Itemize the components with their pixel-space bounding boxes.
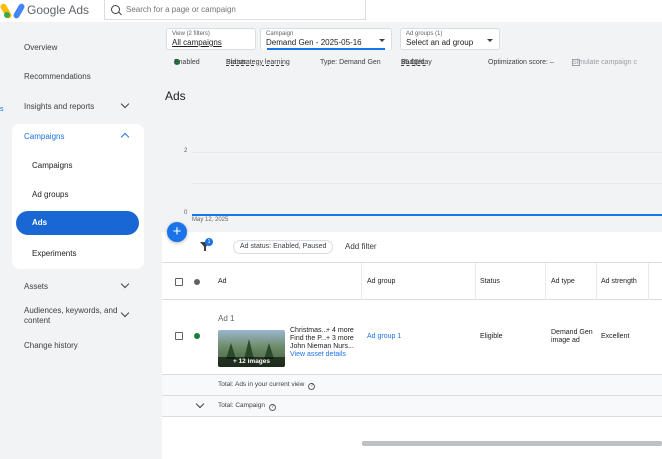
- enabled-label: Enabled: [174, 59, 200, 66]
- ad-group-filter-label: Ad groups (1): [406, 31, 443, 37]
- campaign-filter-active-indicator: [267, 48, 385, 50]
- ad-strength: Excellent: [601, 333, 630, 340]
- total-campaign-label: Total: Campaign?: [218, 402, 276, 411]
- main-content: View (2 filters) All campaigns Campaign …: [162, 22, 662, 459]
- campaign-type: Type: Demand Gen: [320, 59, 381, 66]
- status-column-icon: [194, 279, 200, 285]
- ad-group-filter-value: Select an ad group: [406, 38, 474, 47]
- ads-table: 1 Ad status: Enabled, Paused Add filter …: [162, 232, 662, 459]
- page-title: Ads: [165, 89, 186, 103]
- sidebar-item-recommendations[interactable]: Recommendations: [24, 72, 91, 81]
- top-bar: Google Ads: [0, 0, 662, 22]
- chevron-down-icon: [379, 39, 385, 42]
- filter-icon-stem: [204, 247, 206, 251]
- simulate-label: Simulate campaign c: [572, 59, 637, 66]
- image-count: + 12 images: [218, 357, 285, 367]
- table-row[interactable]: Ad 1 + 12 images Christmas... + 4 more F…: [162, 300, 662, 375]
- status-value: Bid strategy learning: [226, 59, 290, 66]
- optimization-score: Optimization score: –: [488, 59, 554, 66]
- help-icon[interactable]: ?: [268, 404, 276, 411]
- y-tick-label: 0: [184, 210, 188, 216]
- enabled-dot-icon: [194, 333, 200, 339]
- column-header-ad-type[interactable]: Ad type: [551, 278, 575, 285]
- ad-headline-more: + 4 more: [326, 327, 354, 334]
- ad-description: Find the P...: [290, 335, 327, 342]
- sidebar-sub-campaigns[interactable]: Campaigns: [32, 161, 72, 170]
- chevron-down-icon[interactable]: [120, 99, 130, 109]
- google-ads-logo-icon: [0, 2, 26, 20]
- campaign-filter-label: Campaign: [266, 31, 294, 37]
- campaigns-panel: Campaigns Campaigns Ad groups Ads Experi…: [12, 124, 144, 269]
- chevron-down-icon: [487, 39, 493, 42]
- help-icon[interactable]: ?: [308, 383, 316, 390]
- sidebar: s Overview Recommendations Insights and …: [0, 22, 160, 459]
- table-header: Ad Ad group Status Ad type Ad strength: [162, 262, 662, 301]
- select-all-checkbox[interactable]: [175, 278, 183, 286]
- ad-type-line2: image ad: [551, 337, 580, 344]
- filter-count-badge: 1: [205, 238, 213, 246]
- series-line: [192, 214, 662, 216]
- sidebar-item-assets[interactable]: Assets: [24, 282, 48, 291]
- y-tick-label: 2: [184, 148, 188, 154]
- column-header-ad[interactable]: Ad: [218, 278, 227, 285]
- sidebar-sub-ads[interactable]: Ads: [16, 211, 139, 235]
- campaign-filter-value: Demand Gen - 2025-05-16: [266, 38, 362, 47]
- view-filter-value: All campaigns: [172, 38, 222, 47]
- sidebar-sub-ad-groups[interactable]: Ad groups: [32, 190, 68, 199]
- chevron-up-icon[interactable]: [120, 132, 130, 142]
- sidebar-item-campaigns[interactable]: Campaigns: [24, 132, 64, 141]
- search-box[interactable]: [104, 0, 366, 20]
- performance-chart: 2 0 May 12, 2025: [184, 142, 662, 223]
- search-input[interactable]: [126, 5, 326, 14]
- sidebar-edge-mark: s: [0, 106, 4, 113]
- column-header-ad-strength[interactable]: Ad strength: [601, 278, 637, 285]
- total-view-label: Total: Ads in your current view?: [218, 381, 316, 390]
- view-asset-details-link[interactable]: View asset details: [290, 351, 346, 358]
- ad-headline: Christmas...: [290, 327, 328, 334]
- sidebar-sub-experiments[interactable]: Experiments: [32, 249, 76, 258]
- ad-image-thumbnail[interactable]: + 12 images: [218, 330, 285, 367]
- sidebar-item-overview[interactable]: Overview: [24, 43, 57, 52]
- chevron-down-icon[interactable]: [195, 399, 205, 409]
- chevron-down-icon[interactable]: [120, 279, 130, 289]
- google-ads-logo[interactable]: Google Ads: [0, 2, 90, 20]
- view-filter-label: View (2 filters): [172, 31, 210, 37]
- column-header-ad-group[interactable]: Ad group: [367, 278, 395, 285]
- ad-group-link[interactable]: Ad group 1: [367, 333, 401, 340]
- table-filter-row: 1 Ad status: Enabled, Paused Add filter: [162, 232, 662, 262]
- app-name: Google Ads: [27, 3, 90, 17]
- add-icon[interactable]: +: [167, 222, 187, 242]
- chevron-down-icon[interactable]: [120, 308, 130, 318]
- view-filter[interactable]: View (2 filters) All campaigns: [166, 28, 256, 50]
- horizontal-scrollbar[interactable]: [362, 441, 662, 446]
- ad-description-more: + 3 more: [326, 335, 354, 342]
- ad-group-filter[interactable]: Ad groups (1) Select an ad group: [400, 28, 500, 50]
- budget-value: $5.00/day: [401, 59, 432, 66]
- campaign-status-bar: Enabled Status: Bid strategy learning Ty…: [162, 59, 662, 71]
- x-tick-label: May 12, 2025: [192, 217, 229, 223]
- total-row-campaign: Total: Campaign?: [162, 396, 662, 417]
- sidebar-item-insights[interactable]: Insights and reports: [24, 102, 94, 111]
- campaign-filter[interactable]: Campaign Demand Gen - 2025-05-16: [260, 28, 392, 50]
- sidebar-sub-ads-label: Ads: [32, 218, 48, 227]
- ad-status-filter-chip[interactable]: Ad status: Enabled, Paused: [233, 240, 334, 254]
- total-row-view: Total: Ads in your current view?: [162, 375, 662, 396]
- search-icon: [111, 5, 120, 14]
- grid-line: [192, 183, 662, 184]
- row-checkbox[interactable]: [175, 332, 183, 340]
- sidebar-item-change-history[interactable]: Change history: [24, 341, 78, 350]
- add-filter-button[interactable]: Add filter: [345, 242, 377, 251]
- sidebar-item-audiences[interactable]: Audiences, keywords, and content: [24, 306, 119, 326]
- ad-business-name: John Nieman Nurs...: [290, 343, 354, 350]
- column-header-status[interactable]: Status: [480, 278, 500, 285]
- ad-name: Ad 1: [218, 314, 235, 323]
- ad-type-line1: Demand Gen: [551, 329, 593, 336]
- ad-status: Eligible: [480, 333, 503, 340]
- grid-line: [192, 152, 662, 153]
